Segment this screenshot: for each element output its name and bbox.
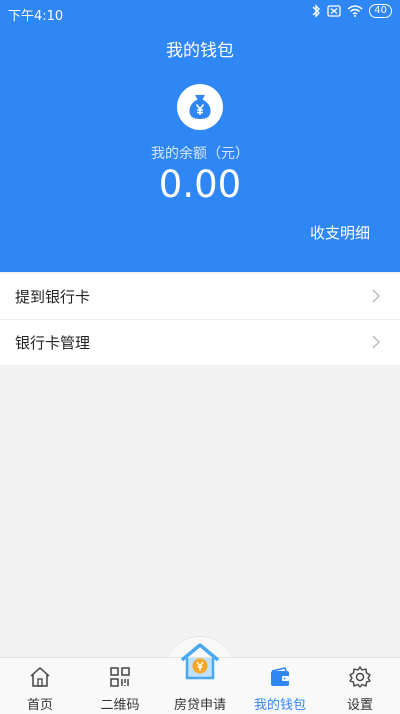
menu-item-label: 银行卡管理 xyxy=(15,334,91,352)
wallet-menu: 提到银行卡 银行卡管理 xyxy=(0,274,400,365)
tab-label: 房贷申请 xyxy=(173,698,226,713)
tab-label: 二维码 xyxy=(100,698,140,713)
money-bag-icon xyxy=(177,84,223,130)
tab-label: 设置 xyxy=(346,698,373,713)
home-icon xyxy=(30,666,50,687)
withdraw-to-bank-card-item[interactable]: 提到银行卡 xyxy=(0,274,400,320)
menu-item-label: 提到银行卡 xyxy=(15,288,91,306)
balance-value: 0.00 xyxy=(158,163,242,206)
sim-off-icon xyxy=(327,5,341,17)
status-bar: 下午4:10 40 xyxy=(0,0,400,26)
wallet-header: 下午4:10 40 我的钱包 我的余额（元） 0.00 收支明细 xyxy=(0,0,400,272)
tab-label: 我的钱包 xyxy=(253,698,306,713)
bluetooth-icon xyxy=(312,4,321,18)
page-title: 我的钱包 xyxy=(166,41,234,61)
transaction-details-link[interactable]: 收支明细 xyxy=(310,222,370,243)
tab-label: 首页 xyxy=(26,698,53,713)
status-time: 下午4:10 xyxy=(8,9,64,24)
wifi-icon xyxy=(347,5,363,17)
tab-qrcode[interactable]: 二维码 xyxy=(80,658,160,714)
tab-my-wallet[interactable]: 我的钱包 xyxy=(240,658,320,714)
battery-indicator: 40 xyxy=(369,4,392,18)
tab-settings[interactable]: 设置 xyxy=(320,658,400,714)
house-loan-icon xyxy=(180,643,220,680)
chevron-right-icon xyxy=(372,289,380,303)
tab-home[interactable]: 首页 xyxy=(0,658,80,714)
wallet-icon xyxy=(271,667,289,686)
qrcode-icon xyxy=(110,667,130,687)
gear-icon xyxy=(349,666,371,688)
status-icons: 40 xyxy=(311,4,392,18)
bank-card-management-item[interactable]: 银行卡管理 xyxy=(0,320,400,365)
chevron-right-icon xyxy=(372,335,380,349)
balance-label: 我的余额（元） xyxy=(151,146,249,162)
